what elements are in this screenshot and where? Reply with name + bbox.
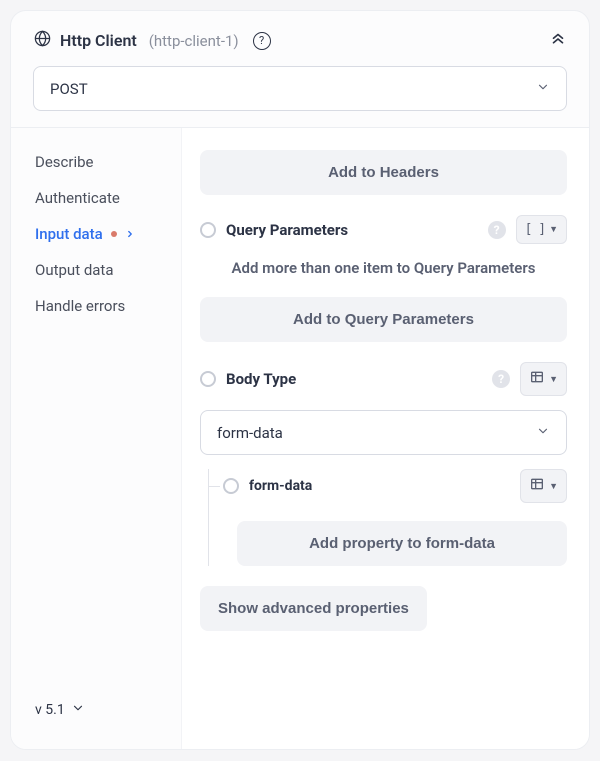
radio-unselected[interactable] — [223, 478, 239, 494]
version-selector[interactable]: v 5.1 — [21, 687, 181, 733]
caret-down-icon: ▼ — [549, 481, 558, 492]
table-icon — [529, 476, 545, 496]
show-advanced-button[interactable]: Show advanced properties — [200, 586, 427, 631]
add-to-query-params-button[interactable]: Add to Query Parameters — [200, 297, 567, 342]
add-property-form-data-button[interactable]: Add property to form-data — [237, 521, 567, 566]
section-header: Query Parameters ? [ ] ▼ — [200, 215, 567, 244]
sidebar-item-authenticate[interactable]: Authenticate — [21, 180, 181, 216]
query-parameters-section: Query Parameters ? [ ] ▼ Add more than o… — [200, 215, 567, 342]
list-view-toggle[interactable]: [ ] ▼ — [516, 215, 567, 244]
version-label: v 5.1 — [35, 702, 65, 718]
nested-body: Add property to form-data — [209, 521, 567, 566]
help-icon[interactable]: ? — [253, 32, 271, 50]
body-type-select[interactable]: form-data — [200, 410, 567, 455]
caret-down-icon: ▼ — [549, 224, 558, 235]
help-icon[interactable]: ? — [488, 221, 506, 239]
panel-subtitle: (http-client-1) — [149, 32, 239, 50]
brackets-icon: [ ] — [525, 222, 545, 237]
table-view-toggle[interactable]: ▼ — [520, 469, 567, 503]
collapse-button[interactable] — [549, 30, 567, 52]
section-header: Body Type ? ▼ — [200, 362, 567, 396]
sidebar-item-output-data[interactable]: Output data — [21, 252, 181, 288]
hint-text: Add more than one item to Query Paramete… — [200, 258, 567, 283]
chevron-down-icon — [536, 423, 550, 442]
sidebar-item-label: Handle errors — [35, 297, 125, 315]
config-panel: Http Client (http-client-1) ? POST Descr… — [10, 10, 590, 750]
indicator-dot — [111, 231, 117, 237]
chevron-right-icon — [125, 225, 135, 243]
nested-title: form-data — [249, 478, 510, 494]
sidebar-item-label: Authenticate — [35, 189, 120, 207]
content-area: Add to Headers Query Parameters ? [ ] ▼ … — [181, 128, 589, 749]
sidebar-item-describe[interactable]: Describe — [21, 144, 181, 180]
section-title: Query Parameters — [226, 221, 478, 239]
method-select[interactable]: POST — [33, 66, 567, 111]
caret-down-icon: ▼ — [549, 374, 558, 385]
radio-unselected[interactable] — [200, 222, 216, 238]
body-type-section: Body Type ? ▼ form-data — [200, 362, 567, 566]
panel-title: Http Client — [60, 31, 137, 50]
select-value: form-data — [217, 424, 283, 442]
chevron-down-icon — [536, 79, 550, 98]
method-row: POST — [11, 66, 589, 127]
sidebar: Describe Authenticate Input data Output … — [11, 128, 181, 749]
radio-unselected[interactable] — [200, 371, 216, 387]
sidebar-item-label: Input data — [35, 225, 103, 243]
section-title: Body Type — [226, 370, 482, 388]
sidebar-item-handle-errors[interactable]: Handle errors — [21, 288, 181, 324]
form-data-nested: form-data ▼ Add property to form-data — [208, 469, 567, 566]
sidebar-item-label: Describe — [35, 153, 94, 171]
help-icon[interactable]: ? — [492, 370, 510, 388]
add-to-headers-button[interactable]: Add to Headers — [200, 150, 567, 195]
globe-icon — [33, 29, 52, 52]
panel-header: Http Client (http-client-1) ? — [11, 11, 589, 66]
nested-header: form-data ▼ — [209, 469, 567, 503]
table-icon — [529, 369, 545, 389]
table-view-toggle[interactable]: ▼ — [520, 362, 567, 396]
chevron-down-icon — [71, 701, 85, 719]
method-value: POST — [50, 80, 88, 98]
body-area: Describe Authenticate Input data Output … — [11, 127, 589, 749]
sidebar-item-input-data[interactable]: Input data — [21, 216, 181, 252]
sidebar-item-label: Output data — [35, 261, 114, 279]
